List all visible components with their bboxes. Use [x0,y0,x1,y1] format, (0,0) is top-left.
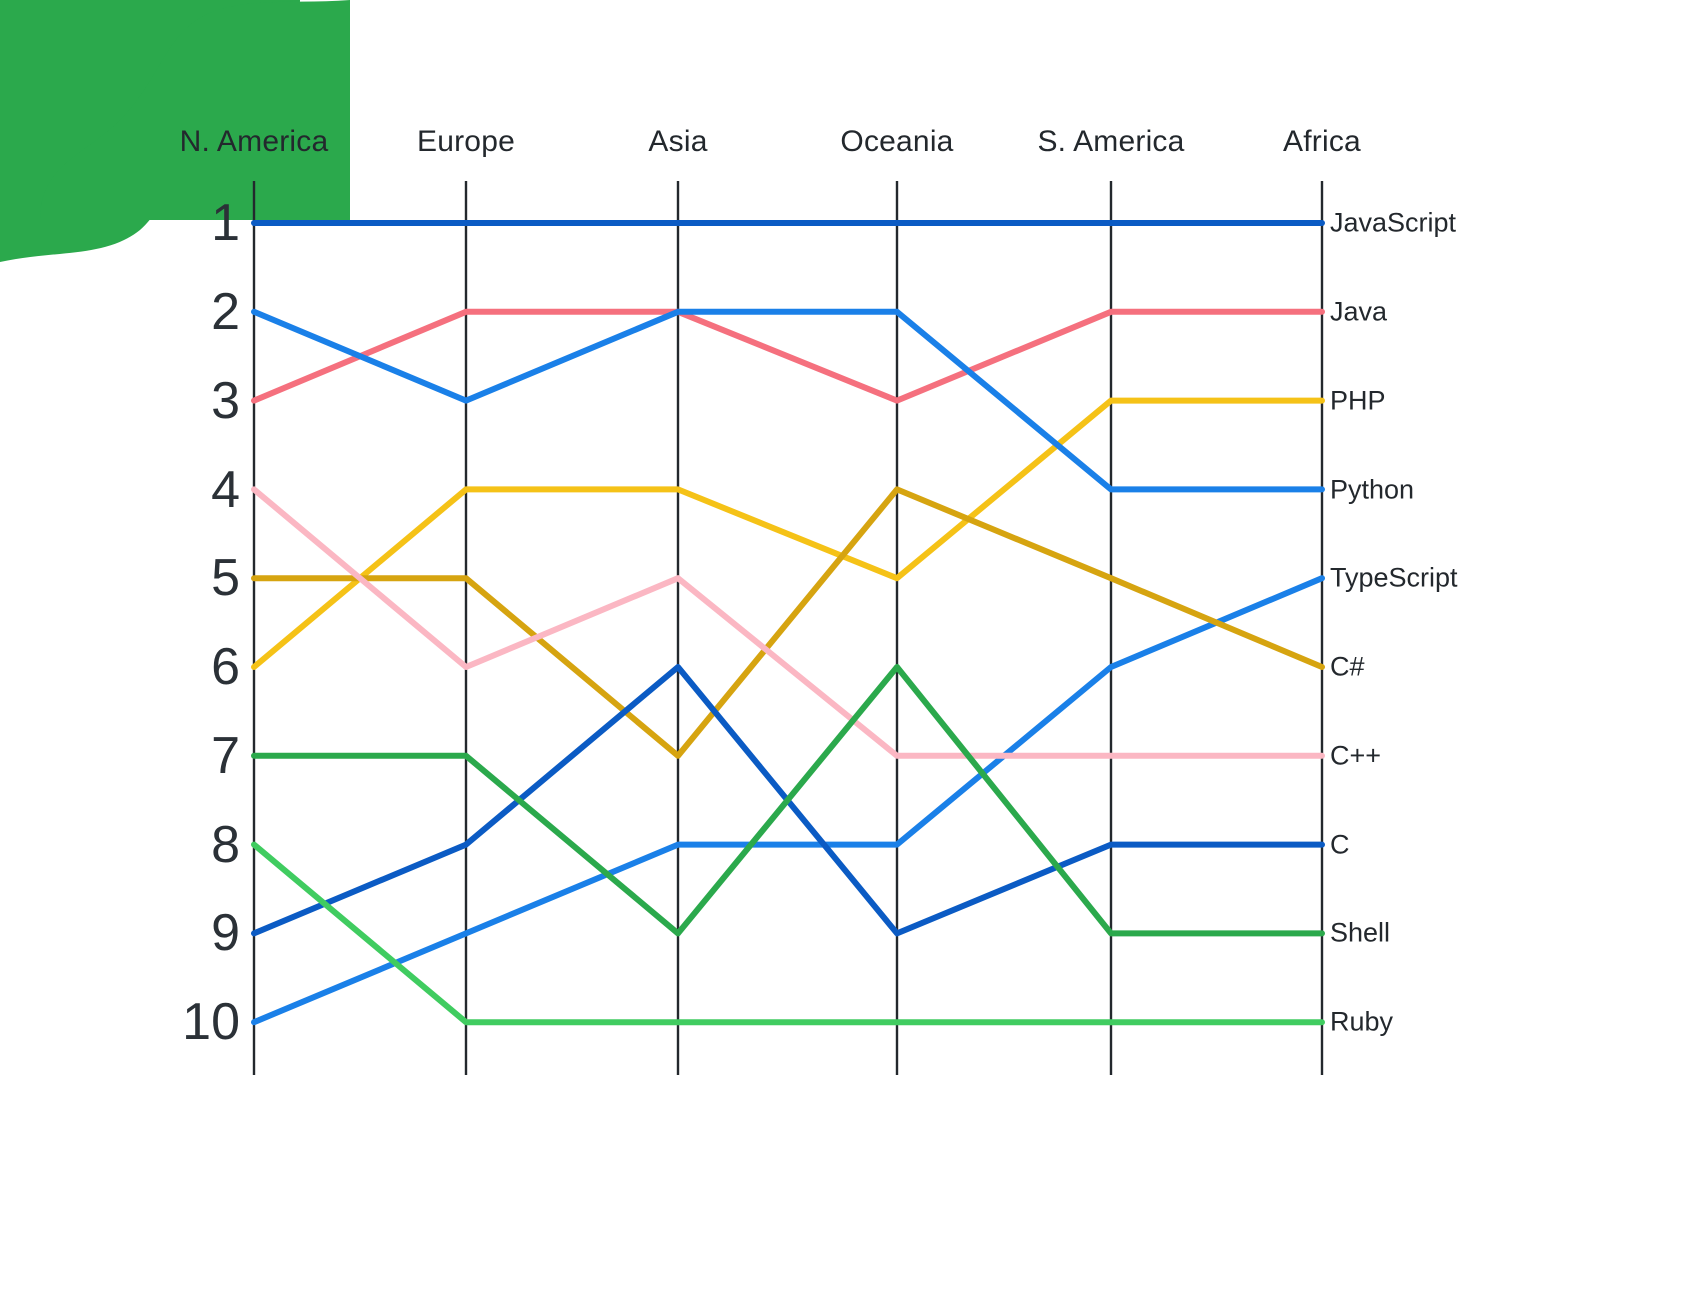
series-label-shell: Shell [1330,917,1391,948]
plot-area [251,181,1325,1075]
series-label-php: PHP [1330,385,1386,416]
series-label-ruby: Ruby [1330,1006,1394,1037]
series-line-shell [251,664,1325,937]
series-label-python: Python [1330,474,1415,505]
series-label-csharp: C# [1330,651,1365,682]
series-label-c: C [1330,829,1350,860]
series-label-cplusplus: C++ [1330,740,1382,771]
series-label-java: Java [1330,296,1388,327]
series-label-typescript: TypeScript [1330,562,1458,593]
series-line-java [251,308,1325,404]
series-label-javascript: JavaScript [1330,207,1457,238]
parallel-coordinates-chart: N. America Europe Asia Oceania S. Americ… [0,0,1700,1300]
